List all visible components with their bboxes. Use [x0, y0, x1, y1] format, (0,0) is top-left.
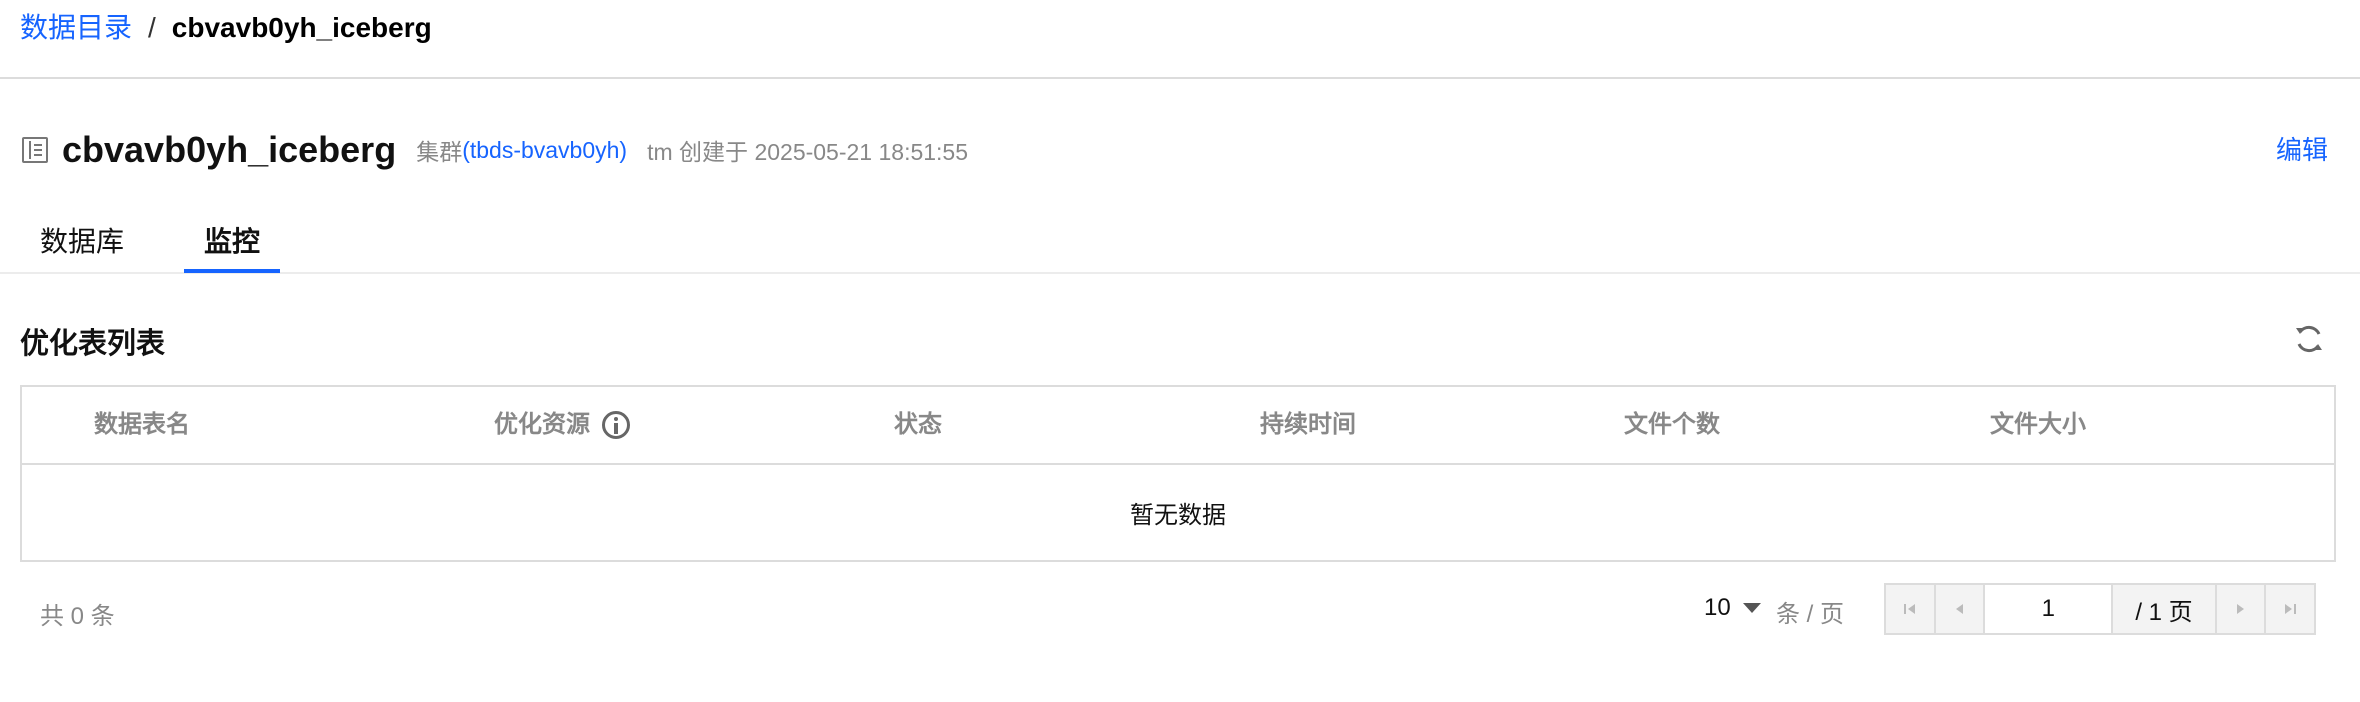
total-pages: / 1 页 — [2113, 585, 2215, 633]
breadcrumb-current: cbvavb0yh_iceberg — [171, 12, 432, 43]
page-title: cbvavb0yh_iceberg — [62, 129, 397, 170]
created-info: tm 创建于 2025-05-21 18:51:55 — [647, 139, 969, 165]
prev-page-icon — [1955, 604, 1963, 614]
column-header-status: 状态 — [894, 411, 942, 438]
next-page-button[interactable] — [2214, 585, 2265, 633]
page-number-input[interactable] — [1985, 585, 2114, 633]
pagination: / 1 页 — [1884, 583, 2316, 635]
prev-page-button[interactable] — [1935, 585, 1986, 633]
breadcrumb-separator: / — [148, 12, 156, 43]
edit-button[interactable]: 编辑 — [2276, 130, 2328, 167]
page-size-select[interactable]: 10 — [1704, 594, 1761, 622]
table-header: 数据表名 优化资源 状态 持续时间 文件个数 文件大小 — [22, 387, 2334, 465]
table-icon — [22, 137, 48, 163]
column-header-resource-label: 优化资源 — [494, 411, 590, 438]
dropdown-caret-icon — [1742, 603, 1761, 613]
tab-database[interactable]: 数据库 — [40, 220, 124, 264]
cluster-link[interactable]: (tbds-bvavb0yh) — [462, 137, 627, 164]
column-header-table-name: 数据表名 — [94, 411, 190, 438]
column-header-file-count: 文件个数 — [1624, 411, 1720, 438]
empty-state: 暂无数据 — [1130, 502, 1226, 529]
page-header: cbvavb0yh_iceberg 集群 (tbds-bvavb0yh) tm … — [22, 124, 968, 176]
cluster-prefix: 集群 — [416, 139, 463, 165]
section-title: 优化表列表 — [20, 328, 166, 360]
last-page-button[interactable] — [2264, 585, 2314, 633]
column-header-file-size: 文件大小 — [1990, 411, 2086, 438]
column-header-duration: 持续时间 — [1260, 411, 1356, 438]
tab-bar: 数据库 监控 — [0, 220, 2360, 274]
next-page-icon — [2237, 604, 2245, 614]
page-meta: 集群 (tbds-bvavb0yh) tm 创建于 2025-05-21 18:… — [416, 133, 968, 167]
breadcrumb-data-catalog-link[interactable]: 数据目录 — [20, 10, 132, 46]
total-count: 共 0 条 — [40, 603, 115, 630]
last-page-icon — [2285, 604, 2297, 614]
breadcrumb: 数据目录 / cbvavb0yh_iceberg — [20, 10, 432, 46]
per-page-label: 条 / 页 — [1776, 601, 1845, 628]
first-page-button[interactable] — [1886, 585, 1936, 633]
column-header-resource: 优化资源 — [494, 387, 630, 463]
first-page-icon — [1903, 604, 1915, 614]
active-tab-indicator — [184, 269, 280, 273]
header-divider — [0, 77, 2360, 79]
refresh-icon[interactable] — [2292, 322, 2326, 356]
page-size-value: 10 — [1704, 594, 1731, 621]
tab-monitor[interactable]: 监控 — [204, 220, 260, 264]
info-icon[interactable] — [602, 411, 630, 439]
optimization-table: 数据表名 优化资源 状态 持续时间 文件个数 文件大小 暂无数据 — [20, 385, 2336, 562]
